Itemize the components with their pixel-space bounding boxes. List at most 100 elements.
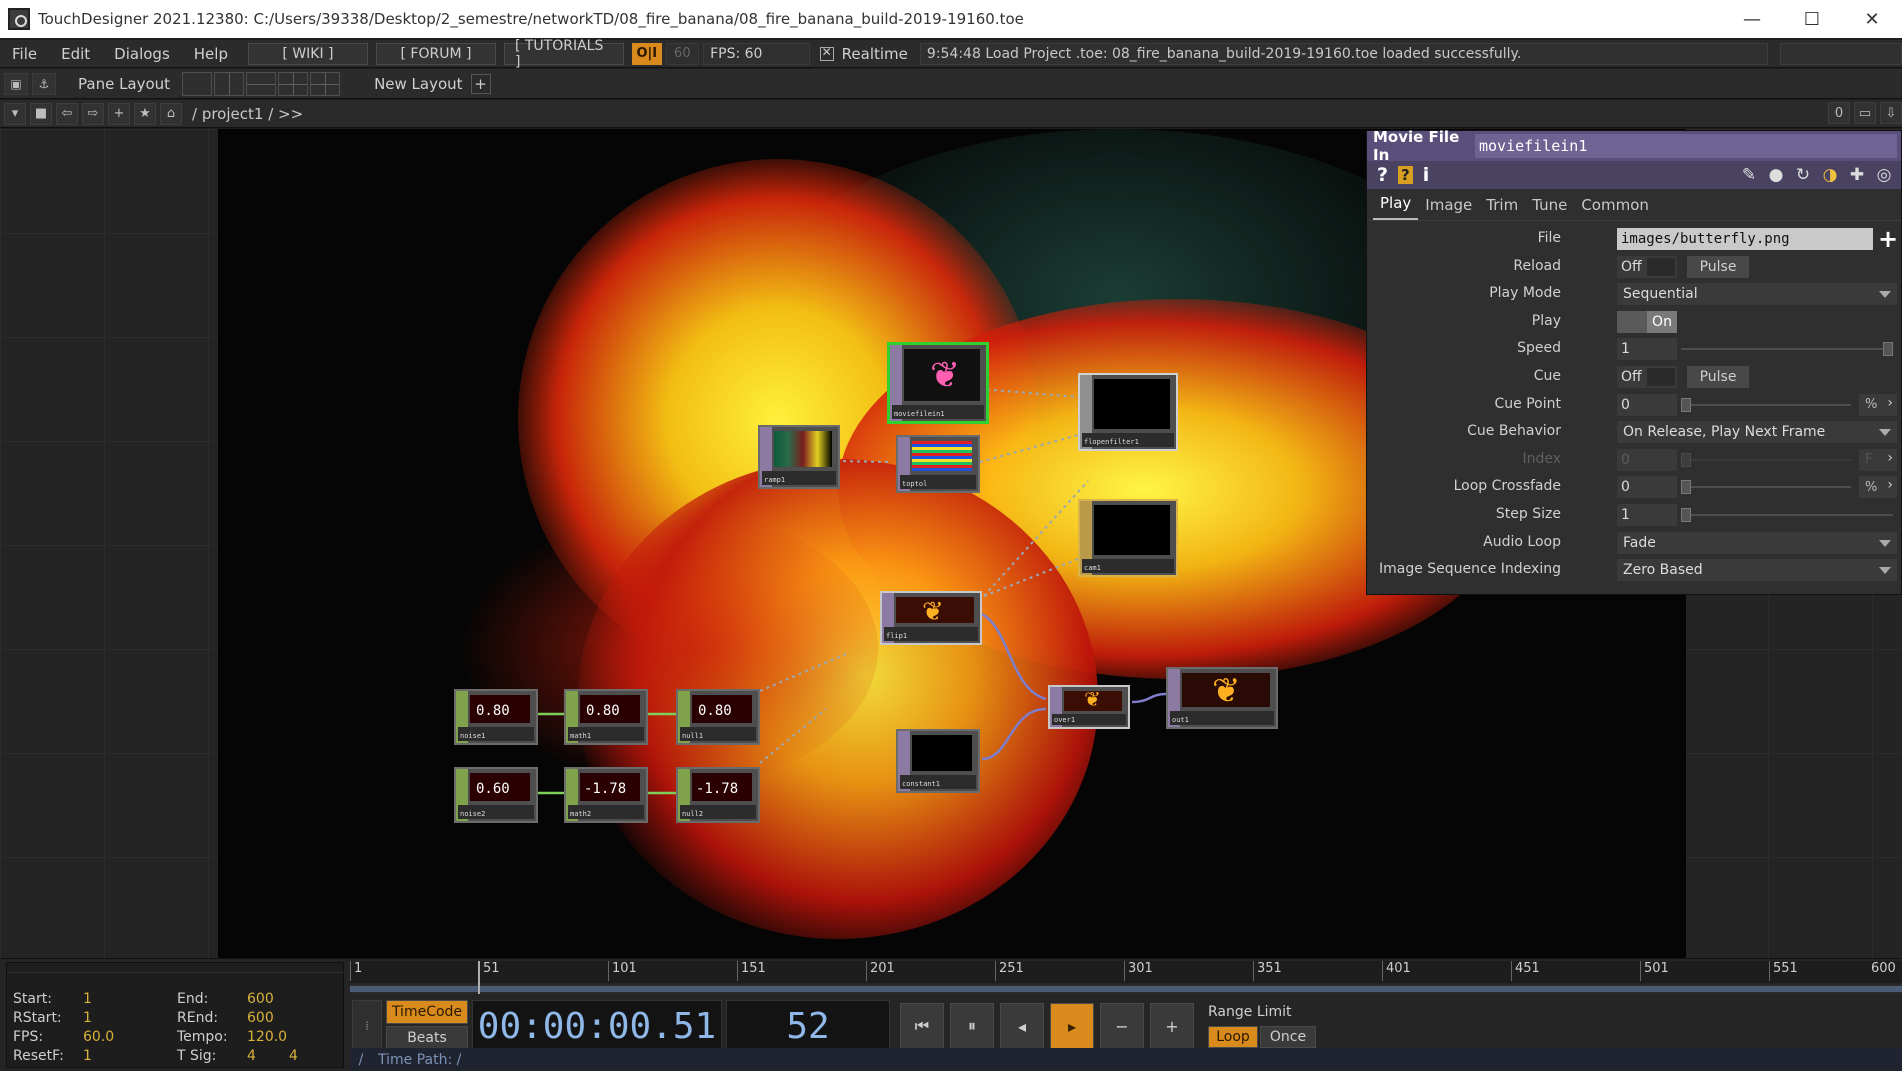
step-plus-icon[interactable]: +: [1150, 1003, 1194, 1049]
timeline-ruler[interactable]: 1 51 101 151 201 251 301 351 401 451 501…: [350, 961, 1902, 983]
reload-toggle[interactable]: Off: [1617, 255, 1677, 278]
python-help-icon[interactable]: ?: [1398, 166, 1413, 184]
timecode-mode-button[interactable]: TimeCode: [386, 1000, 468, 1024]
end-value[interactable]: 600: [247, 991, 277, 1007]
realtime-toggle[interactable]: Realtime: [819, 44, 908, 63]
step-size-slider[interactable]: [1681, 507, 1893, 522]
step-back-icon[interactable]: ◂: [1000, 1003, 1044, 1049]
perform-mode-button[interactable]: O|I: [631, 42, 662, 65]
help-icon[interactable]: ?: [1377, 164, 1388, 186]
fps-value[interactable]: 60.0: [83, 1029, 114, 1045]
pause-icon[interactable]: ⏸: [950, 1003, 994, 1049]
frame-display[interactable]: 52: [726, 1000, 890, 1052]
layout-quad-button[interactable]: [310, 71, 341, 96]
menu-help[interactable]: Help: [182, 45, 240, 63]
network-path[interactable]: / project1 / >>: [192, 105, 303, 123]
loop-crossfade-slider[interactable]: [1681, 480, 1851, 495]
audio-loop-select[interactable]: Fade: [1617, 531, 1897, 554]
cue-point-unit[interactable]: %: [1859, 393, 1897, 416]
tsig-denominator[interactable]: 4: [289, 1048, 319, 1064]
pane-image-icon[interactable]: ▣: [4, 72, 28, 95]
timecode-display[interactable]: 00:00:00.51: [472, 1000, 722, 1052]
close-button[interactable]: ✕: [1842, 0, 1902, 38]
param-audio-loop: Audio Loop Fade: [1367, 529, 1901, 557]
add-parameter-icon[interactable]: ✚: [1846, 165, 1868, 185]
tempo-value[interactable]: 120.0: [247, 1029, 287, 1045]
image-sequence-indexing-select[interactable]: Zero Based: [1617, 559, 1897, 582]
beats-mode-button[interactable]: Beats: [386, 1026, 468, 1050]
target-icon[interactable]: ◎: [1873, 165, 1895, 185]
reset-icon[interactable]: ↻: [1792, 165, 1814, 185]
cue-behavior-select[interactable]: On Release, Play Next Frame: [1617, 421, 1897, 444]
layout-three-button[interactable]: [278, 71, 309, 96]
add-layout-button[interactable]: +: [470, 73, 491, 94]
pane-bar: ▣ ⚓ Pane Layout New Layout +: [0, 69, 1902, 99]
rewind-to-start-icon[interactable]: ⏮: [900, 1003, 944, 1049]
python-icon[interactable]: ◑: [1819, 165, 1841, 185]
comment-icon[interactable]: ●: [1765, 165, 1787, 185]
maximize-pane-icon[interactable]: ▭: [1854, 102, 1876, 124]
wiki-button[interactable]: [ WIKI ]: [247, 42, 368, 65]
step-size-field[interactable]: 1: [1617, 503, 1677, 526]
realtime-label: Realtime: [841, 44, 908, 63]
playhead[interactable]: [478, 961, 480, 994]
info-icon[interactable]: i: [1423, 164, 1430, 186]
timeline-options-button[interactable]: ⁞: [352, 1000, 382, 1052]
tab-trim[interactable]: Trim: [1479, 196, 1525, 220]
loop-crossfade-unit[interactable]: %: [1859, 476, 1897, 499]
pane-network-icon[interactable]: ⚓: [32, 72, 56, 95]
forum-button[interactable]: [ FORUM ]: [375, 42, 496, 65]
param-cue-behavior: Cue Behavior On Release, Play Next Frame: [1367, 418, 1901, 446]
speed-slider[interactable]: [1681, 342, 1893, 357]
stop-icon[interactable]: ■: [30, 102, 52, 125]
realtime-checkbox[interactable]: [819, 45, 834, 61]
cue-toggle[interactable]: Off: [1617, 365, 1677, 388]
cue-point-slider[interactable]: [1681, 397, 1851, 412]
tsig-numerator[interactable]: 4: [247, 1048, 289, 1064]
speed-field[interactable]: 1: [1617, 338, 1677, 361]
chop-value: 0.80: [476, 703, 510, 719]
resetf-value[interactable]: 1: [83, 1048, 113, 1064]
forward-icon[interactable]: ⇨: [82, 102, 104, 125]
tab-common[interactable]: Common: [1574, 196, 1656, 220]
loop-button[interactable]: Loop: [1208, 1026, 1258, 1048]
tab-tune[interactable]: Tune: [1525, 196, 1574, 220]
edit-icon[interactable]: ✎: [1738, 165, 1760, 185]
play-toggle[interactable]: On: [1617, 310, 1677, 333]
time-path-bar[interactable]: / Time Path: /: [350, 1048, 1902, 1071]
maximize-button[interactable]: ☐: [1782, 0, 1842, 38]
menu-edit[interactable]: Edit: [49, 45, 102, 63]
param-index: Index 0 F: [1367, 446, 1901, 474]
rend-value[interactable]: 600: [247, 1010, 277, 1026]
minimize-button[interactable]: —: [1722, 0, 1782, 38]
timeline-range-bar[interactable]: [350, 961, 1902, 994]
once-button[interactable]: Once: [1260, 1026, 1316, 1048]
layout-single-button[interactable]: [182, 71, 213, 96]
file-field[interactable]: images/butterfly.png: [1617, 228, 1873, 250]
menu-file[interactable]: File: [0, 45, 49, 63]
pane-menu-icon[interactable]: ▾: [4, 102, 26, 125]
play-mode-select[interactable]: Sequential: [1617, 283, 1897, 306]
tab-play[interactable]: Play: [1373, 194, 1419, 220]
layout-split-vertical-button[interactable]: [214, 71, 245, 96]
start-value[interactable]: 1: [83, 991, 113, 1007]
tutorials-button[interactable]: [ TUTORIALS ]: [503, 38, 624, 70]
tab-image[interactable]: Image: [1418, 196, 1479, 220]
play-forward-icon[interactable]: ▸: [1050, 1003, 1094, 1049]
cue-point-field[interactable]: 0: [1617, 393, 1677, 416]
home-icon[interactable]: ⌂: [160, 102, 182, 125]
bookmark-star-icon[interactable]: ★: [134, 102, 156, 125]
loop-crossfade-field[interactable]: 0: [1617, 476, 1677, 499]
rstart-value[interactable]: 1: [83, 1010, 113, 1026]
cue-pulse-button[interactable]: Pulse: [1687, 365, 1749, 388]
file-browse-icon[interactable]: +: [1877, 225, 1899, 253]
menu-dialogs[interactable]: Dialogs: [102, 45, 182, 63]
layout-split-horizontal-button[interactable]: [246, 71, 277, 96]
pin-icon[interactable]: ⇩: [1880, 102, 1902, 124]
reload-pulse-button[interactable]: Pulse: [1687, 255, 1749, 278]
back-icon[interactable]: ⇦: [56, 102, 78, 125]
operator-name-field[interactable]: moviefilein1: [1475, 134, 1897, 158]
pane-id-button[interactable]: 0: [1828, 102, 1850, 124]
add-icon[interactable]: +: [108, 102, 130, 125]
step-minus-icon[interactable]: −: [1100, 1003, 1144, 1049]
